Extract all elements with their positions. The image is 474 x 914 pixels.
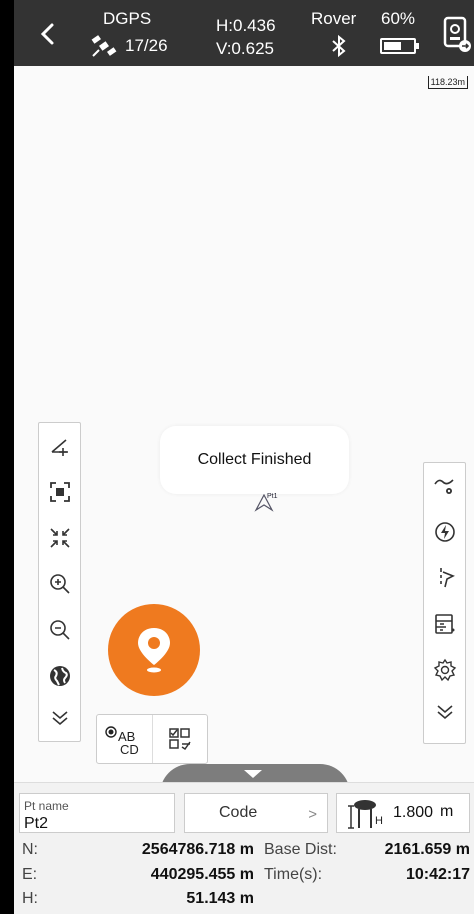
collapse-icon [51, 711, 68, 726]
code-field[interactable]: Code > [184, 793, 328, 833]
right-toolbar [423, 462, 466, 744]
solution-status: DGPS [103, 9, 152, 28]
zoom-to-point-button[interactable] [39, 515, 80, 561]
zoom-in-button[interactable] [39, 561, 80, 607]
map-scale: 118.23m [427, 76, 468, 89]
stakeout-icon [439, 568, 455, 588]
device-connect-button[interactable] [442, 14, 472, 54]
battery-fill [384, 42, 401, 50]
time-value: 10:42:17 [405, 866, 470, 883]
fit-extent-button[interactable] [39, 469, 80, 515]
bluetooth-icon [332, 34, 346, 58]
zoom-out-button[interactable] [39, 607, 80, 653]
status-bar: DGPS 17/26 H:0.436 V:0.625 Rover 60% [14, 0, 474, 66]
route-settings-button[interactable] [424, 463, 465, 509]
measure-tool-button[interactable] [39, 423, 80, 469]
satellite-count: 17/26 [125, 36, 168, 55]
fit-extent-icon [49, 482, 70, 502]
cd-label: CD [120, 742, 139, 757]
label-options-panel: AB CD [96, 714, 208, 764]
collect-info-panel: Pt name Pt2 Code > H 1.800 m N: 2564786.… [14, 782, 474, 914]
e-label: E: [22, 866, 38, 883]
antenna-type-label: H [375, 815, 383, 827]
pt-name-label: Pt name [24, 799, 69, 813]
battery-icon [380, 38, 419, 54]
settings-button[interactable] [424, 647, 465, 693]
checklist-icon [169, 728, 191, 751]
receiver-icon [443, 16, 471, 52]
settings-icon [433, 658, 456, 682]
quick-action-icon [434, 522, 455, 542]
measure-tool-icon [50, 439, 68, 456]
antenna-unit: m [440, 803, 454, 820]
radio-icon [105, 726, 117, 738]
chevron-left-icon [40, 23, 54, 45]
globe-icon [49, 666, 70, 686]
quick-action-button[interactable] [424, 509, 465, 555]
show-labels-button[interactable]: AB CD [97, 715, 152, 763]
battery-percent: 60% [381, 9, 416, 28]
work-mode: Rover [311, 9, 357, 28]
point-list-icon [434, 614, 454, 634]
app-screen: DGPS 17/26 H:0.436 V:0.625 Rover 60% 118… [14, 0, 474, 914]
base-dist-value: 2161.659 m [384, 841, 470, 858]
e-value: 440295.455 m [150, 866, 254, 883]
antenna-height-value: 1.800 [393, 804, 434, 821]
globe-button[interactable] [39, 653, 80, 699]
chevron-right-icon: > [308, 806, 317, 823]
back-button[interactable] [34, 16, 62, 52]
location-pin-icon [138, 628, 170, 673]
h-value: 51.143 m [186, 890, 254, 907]
satellite-icon [91, 35, 117, 57]
point-label: Pt1 [267, 493, 278, 500]
pt-name-field[interactable]: Pt name Pt2 [19, 793, 175, 833]
zoom-out-icon [49, 620, 70, 640]
route-settings-icon [433, 479, 454, 494]
chevron-down-icon [244, 770, 262, 778]
v-precision: V:0.625 [216, 39, 274, 58]
point-list-button[interactable] [424, 601, 465, 647]
h-precision: H:0.436 [216, 16, 276, 35]
base-dist-label: Base Dist: [264, 841, 337, 858]
n-value: 2564786.718 m [141, 841, 254, 858]
right-collapse-button[interactable] [424, 693, 465, 729]
stakeout-button[interactable] [424, 555, 465, 601]
time-label: Time(s): [264, 866, 323, 883]
collect-finished-toast: Collect Finished [160, 426, 349, 494]
n-label: N: [22, 841, 38, 858]
collect-point-button[interactable] [108, 604, 200, 696]
pt-name-value: Pt2 [24, 815, 49, 832]
zoom-in-icon [49, 574, 70, 594]
h-label: H: [22, 890, 38, 907]
code-check-button[interactable] [151, 715, 208, 763]
left-collapse-button[interactable] [39, 699, 80, 735]
collapse-icon [436, 705, 453, 720]
zoom-to-point-icon [49, 528, 70, 548]
code-label: Code [219, 804, 258, 821]
left-toolbar [38, 422, 81, 742]
device-frame: DGPS 17/26 H:0.436 V:0.625 Rover 60% 118… [0, 0, 474, 914]
